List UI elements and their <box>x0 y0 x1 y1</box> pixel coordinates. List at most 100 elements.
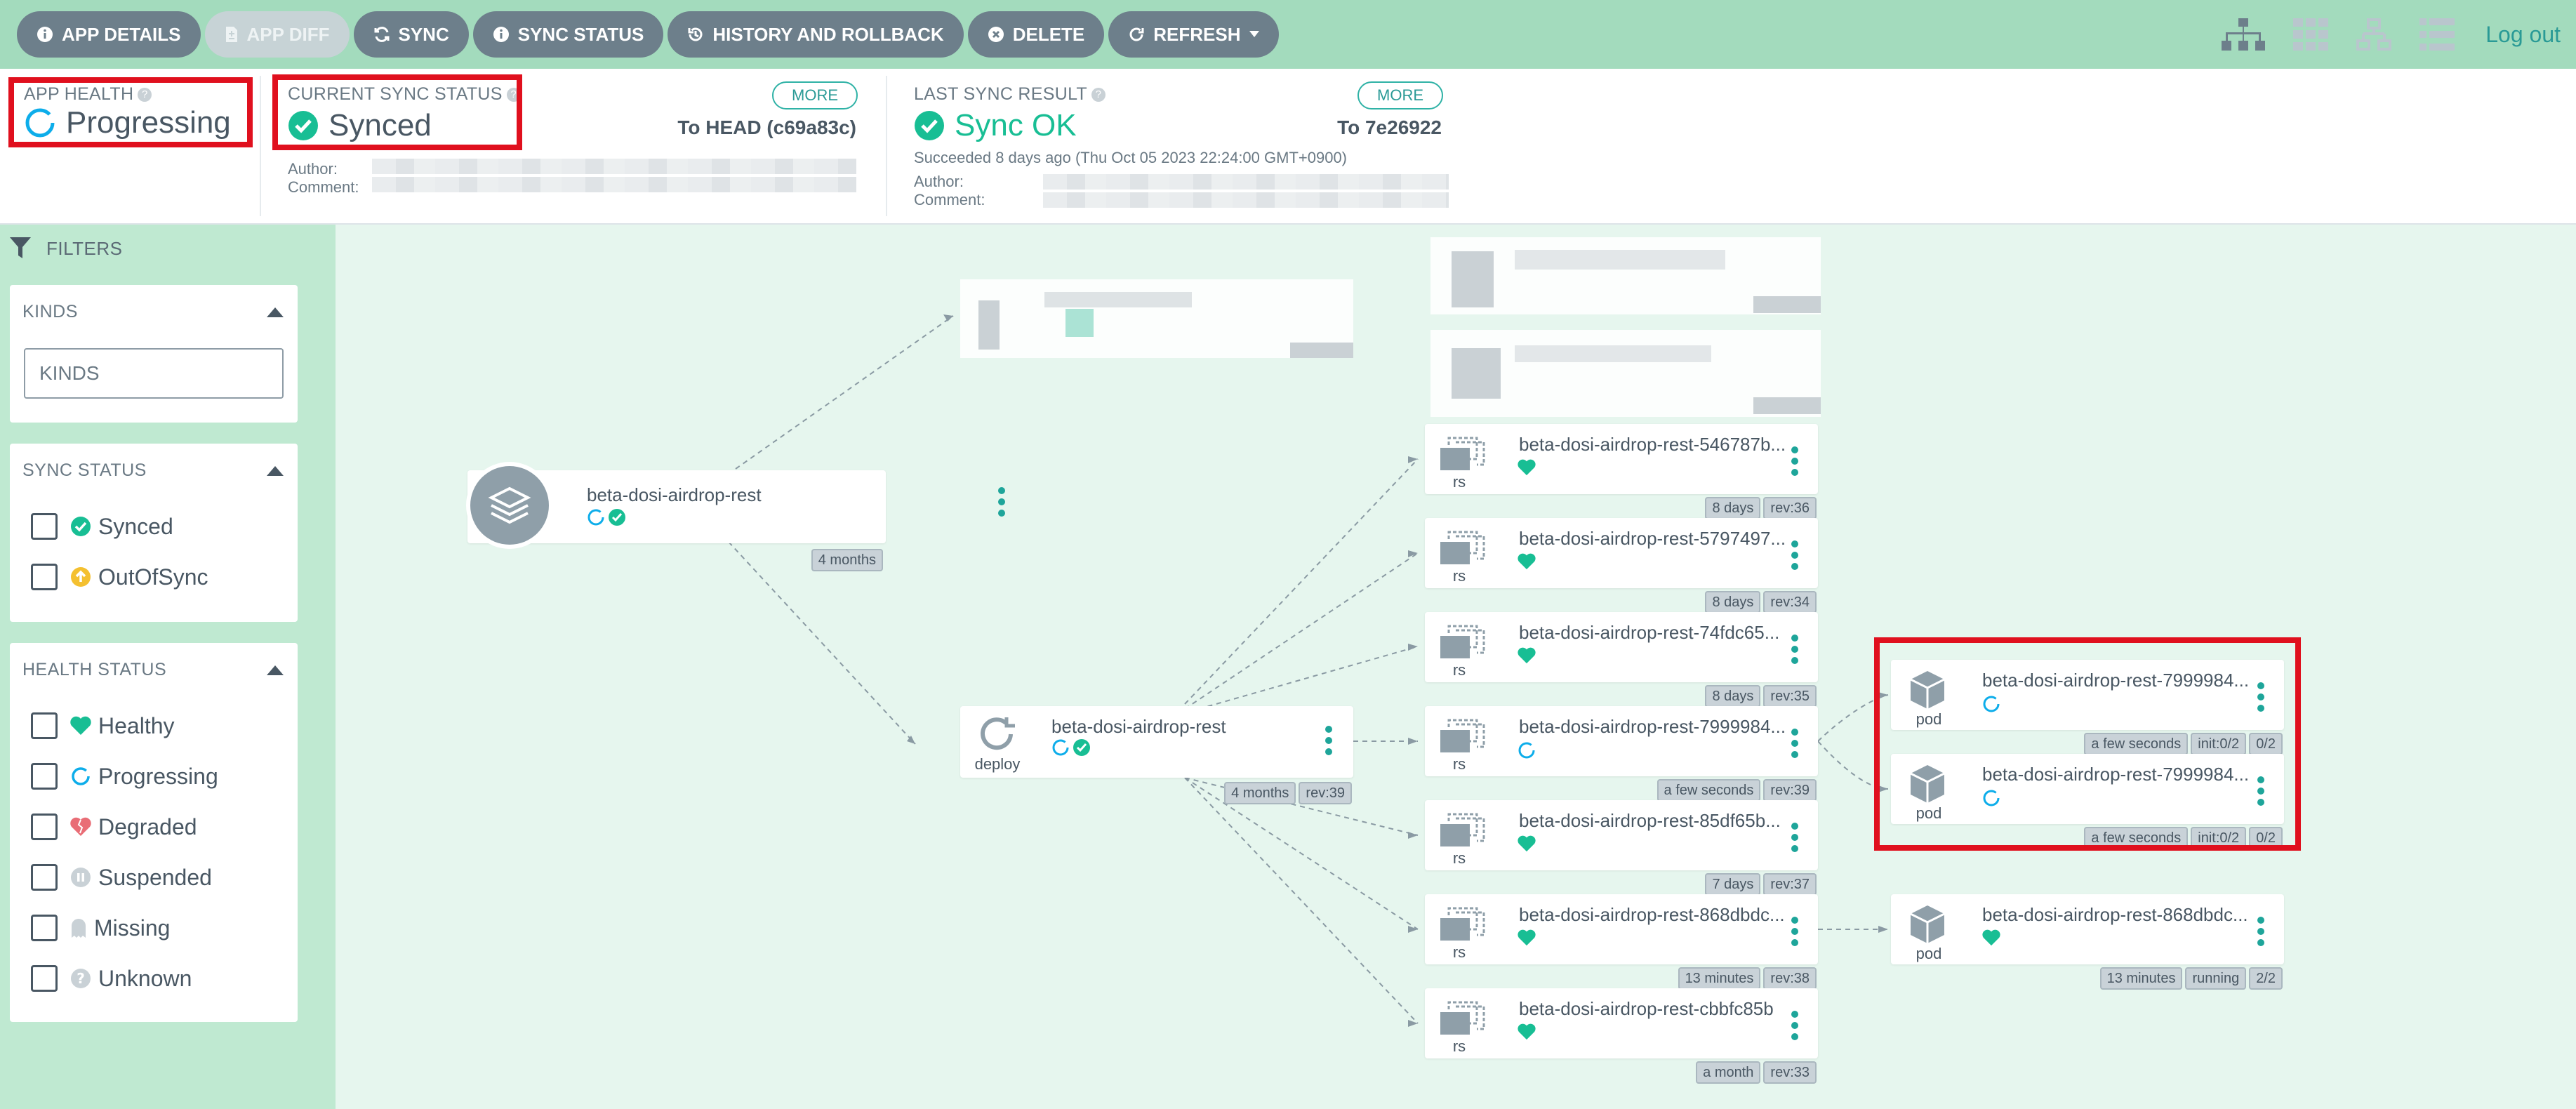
filter-item-outofsync[interactable]: OutOfSync <box>31 563 208 591</box>
tag: 8 days <box>1705 685 1761 708</box>
collapse-caret-icon[interactable] <box>267 466 284 476</box>
svg-text:?: ? <box>77 970 85 987</box>
node-menu-icon[interactable] <box>2257 917 2266 950</box>
node-status <box>1982 929 2003 946</box>
replicaset-icon <box>1439 625 1491 663</box>
node-kind-label: rs <box>1452 473 1466 491</box>
node-tags: 8 days rev:36 <box>1702 497 1817 519</box>
filter-item-degraded[interactable]: Degraded <box>31 813 197 841</box>
info-circle-icon <box>493 26 510 43</box>
node-menu-icon[interactable] <box>1791 540 1800 574</box>
app-diff-button[interactable]: APP DIFF <box>204 11 350 58</box>
deployment-node[interactable]: deploy beta-dosi-airdrop-rest 4 months r… <box>960 706 1353 804</box>
replicaset-node[interactable]: rs beta-dosi-airdrop-rest-5797497... 8 d… <box>1425 518 1818 613</box>
node-menu-icon[interactable] <box>1791 823 1800 856</box>
heart-icon <box>1518 647 1536 664</box>
edge-app-to-deploy <box>728 541 916 745</box>
replicaset-node[interactable]: rs beta-dosi-airdrop-rest-cbbfc85b a mon… <box>1425 988 1818 1084</box>
app-node-name: beta-dosi-airdrop-rest <box>587 484 762 505</box>
highlight-box-app-health <box>8 77 253 147</box>
redo-icon <box>1128 26 1145 43</box>
collapse-caret-icon[interactable] <box>267 307 284 317</box>
app-details-button[interactable]: APP DETAILS <box>17 11 201 58</box>
filter-item-synced[interactable]: Synced <box>31 512 173 540</box>
kinds-input[interactable]: KINDS <box>24 348 284 399</box>
last-sync-panel: LAST SYNC RESULT? Sync OK MORE To 7e2692… <box>887 69 1463 225</box>
tree-view-icon[interactable] <box>2222 18 2266 51</box>
checkbox[interactable] <box>31 513 58 540</box>
tag: rev:38 <box>1763 967 1817 990</box>
tag: 7 days <box>1705 873 1761 896</box>
node-menu-icon[interactable] <box>1791 729 1800 762</box>
replicaset-node[interactable]: rs beta-dosi-airdrop-rest-85df65b... 7 d… <box>1425 800 1818 896</box>
collapse-caret-icon[interactable] <box>267 665 284 675</box>
heart-icon <box>1518 929 1536 946</box>
node-menu-icon[interactable] <box>1325 726 1334 759</box>
replicaset-node[interactable]: rs beta-dosi-airdrop-rest-868dbdc... 13 … <box>1425 894 1818 990</box>
checkbox[interactable] <box>31 864 58 891</box>
tag: running <box>2185 967 2247 990</box>
filters-header[interactable]: FILTERS <box>10 237 122 260</box>
network-view-icon[interactable] <box>2356 18 2392 51</box>
checkbox[interactable] <box>31 763 58 790</box>
pod-node[interactable]: pod beta-dosi-airdrop-rest-868dbdc... 13… <box>1891 894 2284 990</box>
progressing-icon <box>587 508 605 526</box>
help-icon[interactable]: ? <box>1091 88 1106 102</box>
sync-button[interactable]: SYNC <box>353 11 469 58</box>
sync-status-filter-title: SYNC STATUS <box>22 460 147 480</box>
filter-item-progressing[interactable]: Progressing <box>31 762 218 790</box>
tag: rev:37 <box>1763 873 1817 896</box>
filter-item-suspended[interactable]: Suspended <box>31 863 212 891</box>
node-menu-icon[interactable] <box>1791 635 1800 668</box>
synced-check-icon <box>608 508 626 526</box>
heart-icon <box>70 716 91 736</box>
tag: 4 months <box>1224 782 1296 804</box>
last-sync-more-button[interactable]: MORE <box>1357 81 1443 109</box>
replicaset-icon <box>1439 907 1491 945</box>
author-label: Author: <box>288 160 338 178</box>
sync-ok-check-icon <box>914 110 945 141</box>
delete-button[interactable]: DELETE <box>967 11 1105 58</box>
highlight-box-progressing-pods <box>1874 637 2301 851</box>
app-node-icon-ring <box>466 462 553 549</box>
checkbox[interactable] <box>31 814 58 840</box>
replicaset-node[interactable]: rs beta-dosi-airdrop-rest-546787b... 8 d… <box>1425 424 1818 519</box>
refresh-button[interactable]: REFRESH <box>1108 11 1279 58</box>
heart-icon <box>1518 459 1536 476</box>
node-menu-icon[interactable] <box>1791 917 1800 950</box>
current-sync-more-button[interactable]: MORE <box>772 81 858 109</box>
checkbox[interactable] <box>31 564 58 590</box>
filter-item-unknown[interactable]: ? Unknown <box>31 964 192 992</box>
tag: 8 days <box>1705 497 1761 519</box>
blurred-resource-node <box>1430 330 1821 417</box>
resource-tree-canvas[interactable]: beta-dosi-airdrop-rest 4 months deploy b… <box>336 225 2576 1109</box>
edge-app-to-blurred <box>735 315 954 470</box>
checkbox[interactable] <box>31 915 58 941</box>
logout-link[interactable]: Log out <box>2485 22 2561 48</box>
edge-arrow <box>1878 926 1888 933</box>
node-menu-icon[interactable] <box>1791 1011 1800 1044</box>
application-node[interactable]: beta-dosi-airdrop-rest 4 months <box>466 462 1005 571</box>
top-toolbar: APP DETAILS APP DIFF SYNC SYNC STATUS HI… <box>0 0 2576 69</box>
cube-icon <box>1908 904 1947 948</box>
replicaset-name: beta-dosi-airdrop-rest-5797497... <box>1519 528 1786 549</box>
list-view-icon[interactable] <box>2419 18 2455 51</box>
history-and-rollback-button[interactable]: HISTORY AND ROLLBACK <box>668 11 964 58</box>
sync-status-button[interactable]: SYNC STATUS <box>472 11 664 58</box>
app-details-label: APP DETAILS <box>62 23 181 45</box>
replicaset-node[interactable]: rs beta-dosi-airdrop-rest-7999984... a f… <box>1425 706 1818 802</box>
checkbox[interactable] <box>31 712 58 739</box>
node-tags: a few seconds rev:39 <box>1654 779 1817 802</box>
comment-label: Comment: <box>914 191 985 208</box>
pods-view-icon[interactable] <box>2293 18 2329 51</box>
node-tags: 13 minutes rev:38 <box>1675 967 1817 990</box>
checkbox[interactable] <box>31 965 58 992</box>
app-node-status <box>587 508 629 526</box>
edge-arrow <box>1408 456 1418 463</box>
sync-status-label: SYNC STATUS <box>517 23 644 45</box>
replicaset-node[interactable]: rs beta-dosi-airdrop-rest-74fdc65... 8 d… <box>1425 612 1818 708</box>
node-menu-icon[interactable] <box>998 487 1007 521</box>
filter-item-healthy[interactable]: Healthy <box>31 712 175 740</box>
node-menu-icon[interactable] <box>1791 446 1800 480</box>
filter-item-missing[interactable]: Missing <box>31 914 170 942</box>
